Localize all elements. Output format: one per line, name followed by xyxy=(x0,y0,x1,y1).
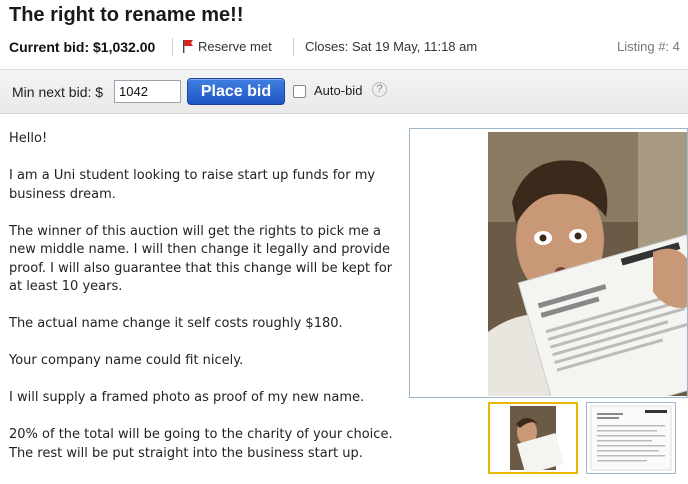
description-paragraph: I am a Uni student looking to raise star… xyxy=(9,168,376,202)
current-bid: Current bid: $1,032.00 xyxy=(9,39,156,55)
description-paragraph: Hello! xyxy=(9,131,48,146)
place-bid-button[interactable]: Place bid xyxy=(187,78,285,105)
description-paragraph: Your company name could fit nicely. xyxy=(9,353,244,368)
photo-thumbnail[interactable] xyxy=(488,402,578,475)
auto-bid-checkbox[interactable] xyxy=(293,85,306,98)
thumbnail-image xyxy=(510,406,565,475)
auto-bid-label[interactable]: Auto-bid xyxy=(314,83,362,98)
bid-bar: Min next bid: $ Place bid Auto-bid ? xyxy=(0,69,688,114)
listing-title: The right to rename me!! xyxy=(9,4,244,26)
help-icon[interactable]: ? xyxy=(372,82,387,97)
reserve-status: Reserve met xyxy=(182,39,272,54)
description-paragraph: The winner of this auction will get the … xyxy=(9,223,393,295)
description-paragraph: The actual name change it self costs rou… xyxy=(9,316,343,331)
listing-photo-image xyxy=(488,132,687,396)
main-photo[interactable] xyxy=(409,128,688,398)
bid-amount-input[interactable] xyxy=(114,80,181,103)
reserve-label: Reserve met xyxy=(198,39,272,54)
flag-icon xyxy=(183,40,193,53)
listing-description: Hello! I am a Uni student looking to rai… xyxy=(9,130,401,482)
divider xyxy=(172,38,173,56)
divider xyxy=(293,38,294,56)
description-paragraph: I will supply a framed photo as proof of… xyxy=(9,390,365,405)
thumbnail-image xyxy=(590,405,672,471)
closing-time: Closes: Sat 19 May, 11:18 am xyxy=(305,39,478,54)
listing-number: Listing #: 4 xyxy=(617,39,680,54)
divider xyxy=(603,38,604,56)
min-next-bid-label: Min next bid: $ xyxy=(12,84,104,100)
description-paragraph: 20% of the total will be going to the ch… xyxy=(9,427,393,461)
bid-info-row: Current bid: $1,032.00 Reserve met Close… xyxy=(0,36,688,60)
photo-thumbnail[interactable] xyxy=(586,402,676,474)
